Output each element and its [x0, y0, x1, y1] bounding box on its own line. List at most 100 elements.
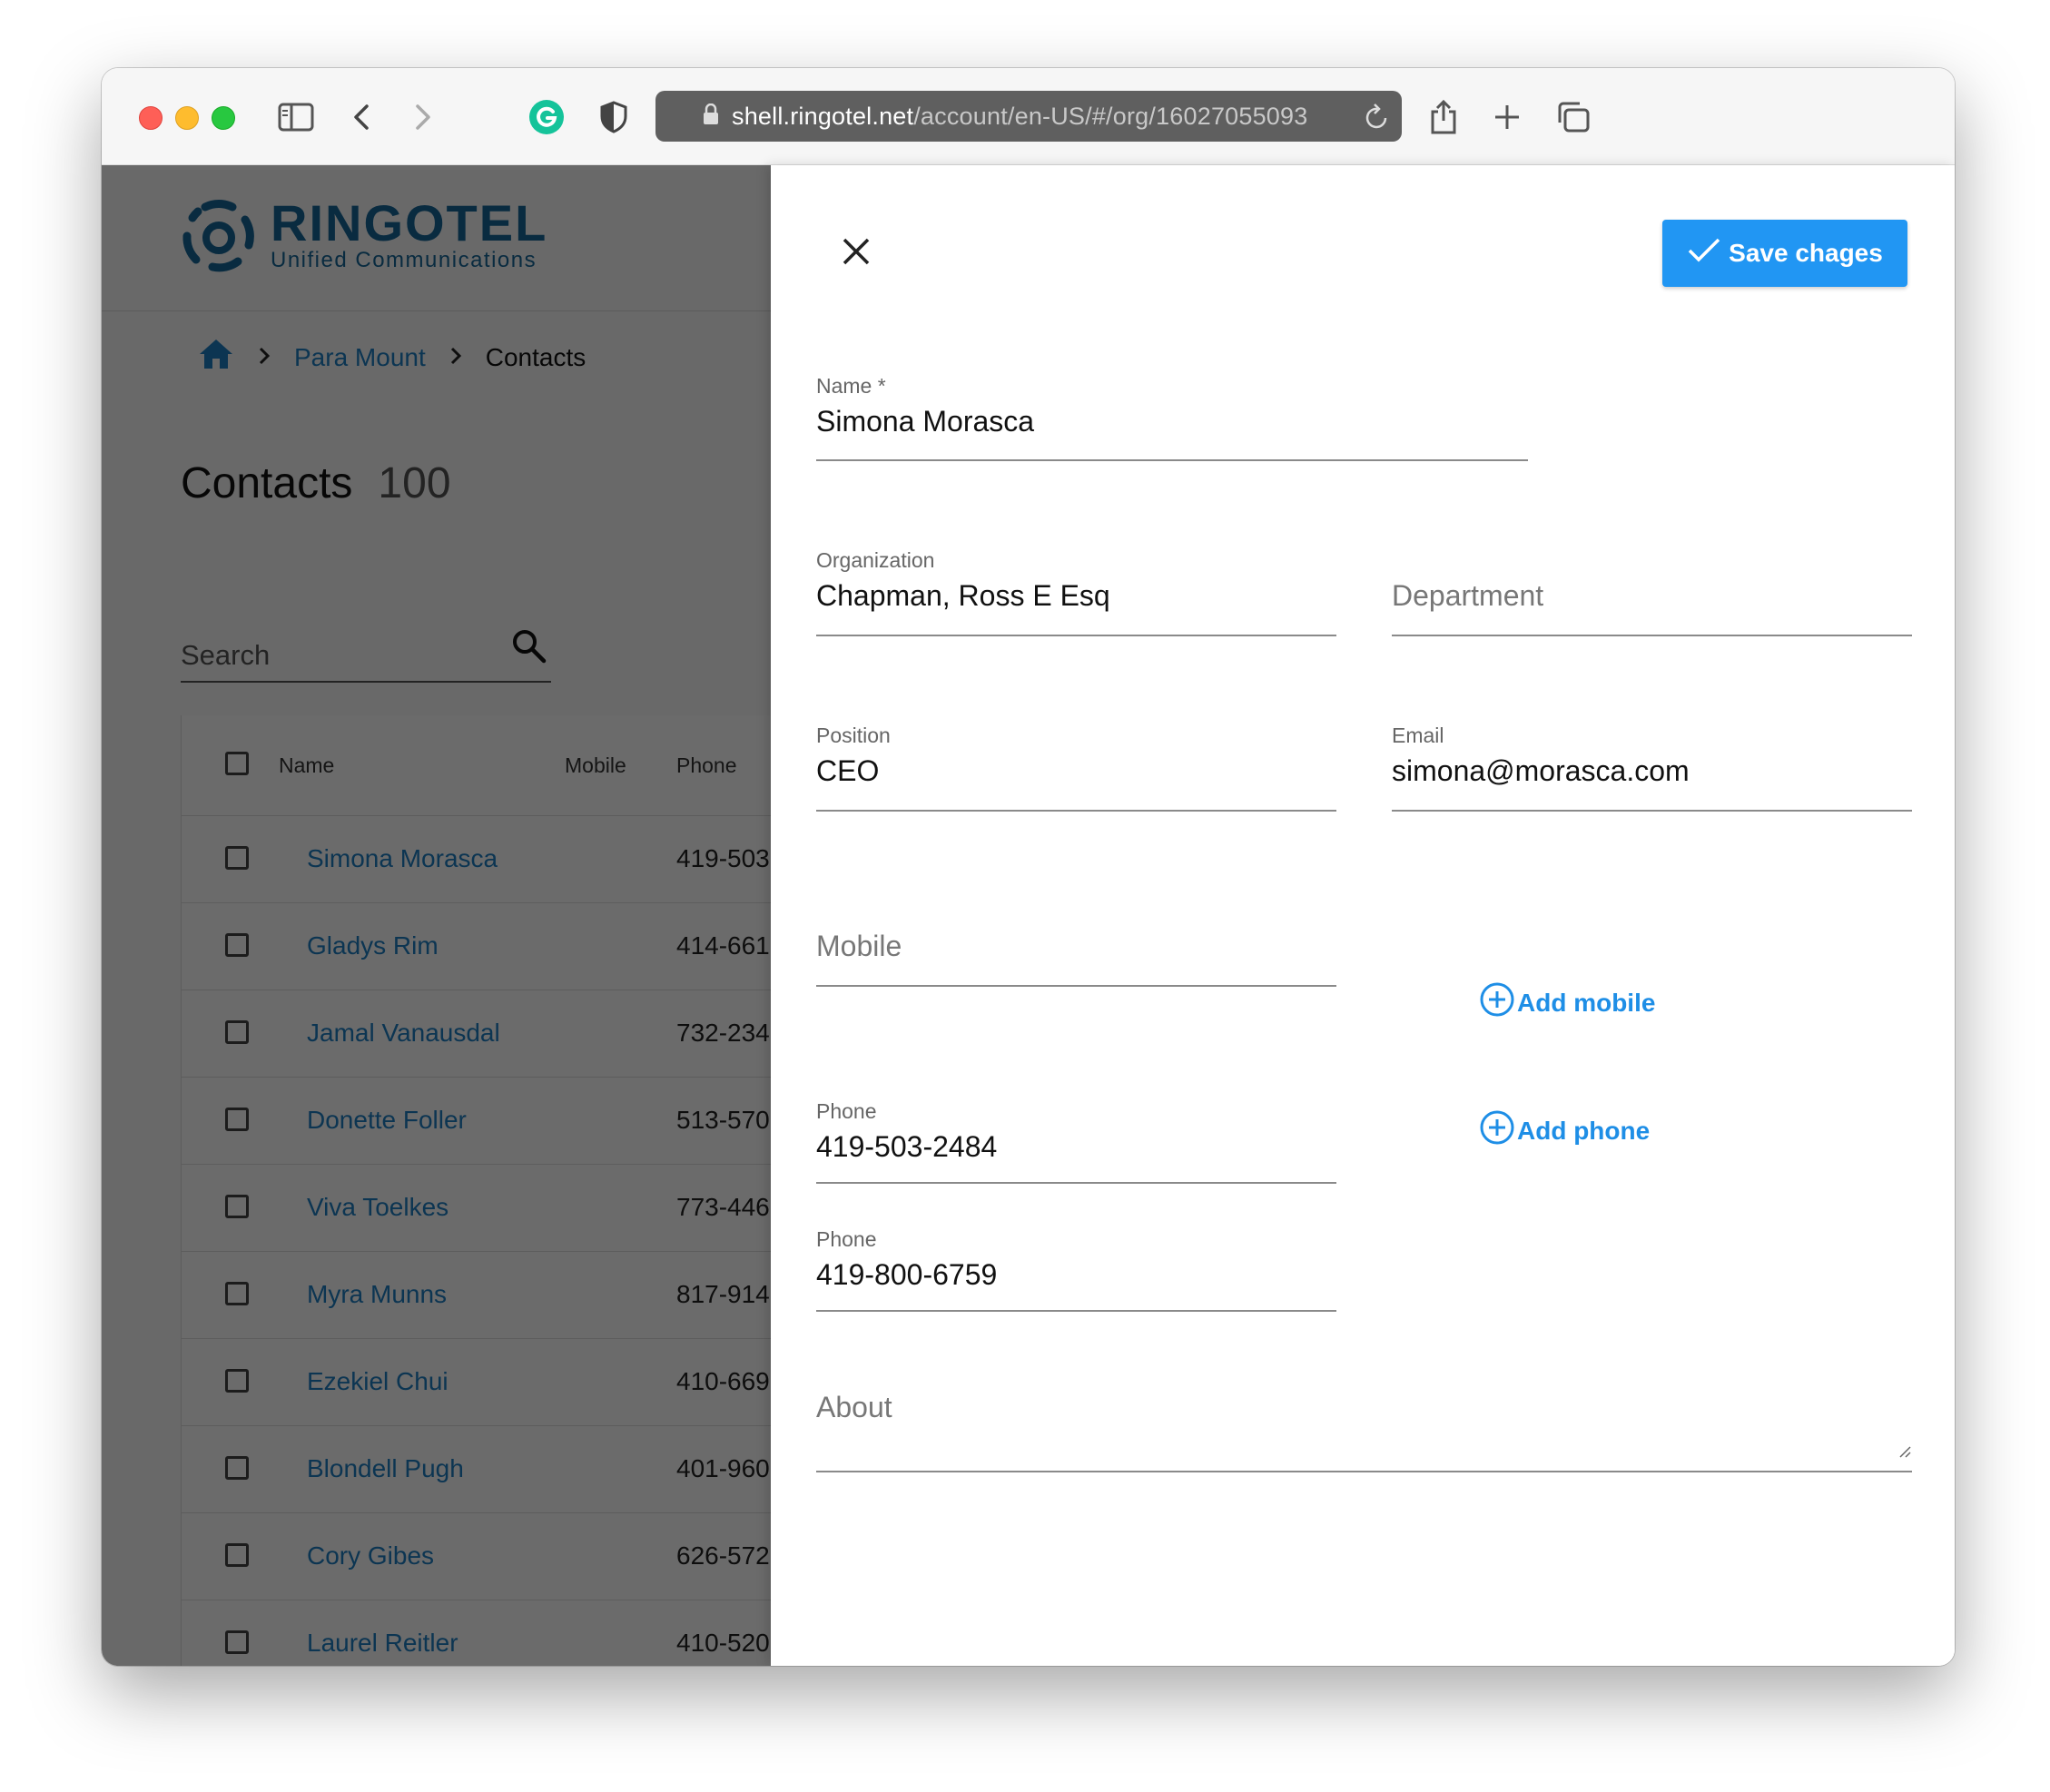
url-text: shell.ringotel.net/account/en-US/#/org/1… — [732, 102, 1308, 130]
add-mobile-button[interactable]: Add mobile — [1479, 981, 1655, 1024]
contact-phone: 410-520 — [676, 1629, 770, 1657]
add-circle-icon — [1479, 981, 1515, 1024]
row-checkbox[interactable] — [225, 846, 249, 870]
maximize-window-button[interactable] — [212, 106, 235, 130]
contact-phone: 401-960 — [676, 1454, 770, 1482]
close-panel-button[interactable] — [833, 229, 879, 274]
table-header: Name Mobile Phone — [182, 715, 772, 816]
position-underline — [816, 810, 1336, 812]
contact-phone: 414-661 — [676, 931, 770, 960]
reload-icon[interactable] — [1364, 102, 1391, 135]
browser-window: shell.ringotel.net/account/en-US/#/org/1… — [102, 68, 1955, 1666]
ringotel-logo: RINGOTEL Unified Communications — [180, 196, 547, 274]
logo-title: RINGOTEL — [271, 194, 548, 251]
about-underline — [816, 1471, 1912, 1472]
browser-toolbar: shell.ringotel.net/account/en-US/#/org/1… — [102, 68, 1955, 165]
tabs-overview-icon[interactable] — [1552, 95, 1595, 139]
page-title: Contacts 100 — [181, 458, 451, 508]
position-field[interactable]: Position CEO — [816, 724, 1336, 812]
name-field[interactable]: Name * Simona Morasca — [816, 374, 1528, 461]
share-icon[interactable] — [1422, 95, 1465, 139]
table-row[interactable]: Laurel Reitler 410-520 — [182, 1600, 772, 1666]
minimize-window-button[interactable] — [175, 106, 199, 130]
row-checkbox[interactable] — [225, 1630, 249, 1654]
row-checkbox[interactable] — [225, 1108, 249, 1131]
contact-name-link[interactable]: Ezekiel Chui — [307, 1367, 448, 1396]
add-circle-icon — [1479, 1109, 1515, 1152]
email-value[interactable]: simona@morasca.com — [1392, 754, 1690, 788]
table-row[interactable]: Blondell Pugh 401-960 — [182, 1425, 772, 1513]
contact-name-link[interactable]: Laurel Reitler — [307, 1629, 458, 1658]
sidebar-toggle-icon[interactable] — [274, 95, 318, 139]
back-icon[interactable] — [340, 95, 383, 139]
select-all-checkbox[interactable] — [225, 752, 249, 775]
department-field[interactable]: Department — [1392, 548, 1912, 636]
row-checkbox[interactable] — [225, 1282, 249, 1305]
column-header-mobile[interactable]: Mobile — [565, 753, 626, 778]
phone-value[interactable]: 419-503-2484 — [816, 1130, 997, 1164]
table-row[interactable]: Myra Munns 817-914 — [182, 1251, 772, 1339]
contact-name-link[interactable]: Blondell Pugh — [307, 1454, 464, 1483]
name-label: Name * — [816, 374, 886, 398]
breadcrumb: Para Mount Contacts — [198, 338, 586, 377]
home-icon[interactable] — [198, 338, 234, 377]
contact-name-link[interactable]: Cory Gibes — [307, 1541, 434, 1570]
organization-field[interactable]: Organization Chapman, Ross E Esq — [816, 548, 1336, 636]
email-field[interactable]: Email simona@morasca.com — [1392, 724, 1912, 812]
table-row[interactable]: Simona Morasca 419-503 — [182, 815, 772, 903]
contact-name-link[interactable]: Myra Munns — [307, 1280, 447, 1309]
grammarly-icon[interactable] — [525, 95, 568, 139]
row-checkbox[interactable] — [225, 1020, 249, 1044]
contacts-table: Name Mobile Phone Simona Morasca 419-503 G… — [181, 715, 772, 1666]
close-icon — [843, 238, 870, 265]
phone-field-2[interactable]: Phone 419-800-6759 — [816, 1227, 1336, 1312]
table-row[interactable]: Donette Foller 513-570 — [182, 1077, 772, 1165]
checkmark-icon — [1687, 237, 1721, 271]
address-bar[interactable]: shell.ringotel.net/account/en-US/#/org/1… — [655, 91, 1402, 142]
resize-handle-icon[interactable] — [1897, 1444, 1912, 1463]
lock-icon — [703, 103, 719, 130]
close-window-button[interactable] — [139, 106, 163, 130]
add-mobile-label: Add mobile — [1517, 988, 1656, 1017]
contact-name-link[interactable]: Simona Morasca — [307, 844, 498, 873]
contact-name-link[interactable]: Donette Foller — [307, 1106, 467, 1135]
row-checkbox[interactable] — [225, 1369, 249, 1393]
table-row[interactable]: Gladys Rim 414-661 — [182, 902, 772, 990]
row-checkbox[interactable] — [225, 1456, 249, 1480]
shield-icon[interactable] — [592, 95, 636, 139]
page-title-text: Contacts — [181, 459, 353, 507]
contacts-count: 100 — [378, 459, 451, 507]
contact-name-link[interactable]: Viva Toelkes — [307, 1193, 448, 1222]
contact-name-link[interactable]: Jamal Vanausdal — [307, 1019, 500, 1048]
column-header-name[interactable]: Name — [279, 753, 334, 778]
contact-name-link[interactable]: Gladys Rim — [307, 931, 439, 960]
search-icon[interactable] — [511, 628, 547, 669]
table-row[interactable]: Jamal Vanausdal 732-234 — [182, 990, 772, 1078]
table-row[interactable]: Ezekiel Chui 410-669 — [182, 1338, 772, 1426]
row-checkbox[interactable] — [225, 1195, 249, 1218]
table-row[interactable]: Cory Gibes 626-572 — [182, 1512, 772, 1600]
save-changes-button[interactable]: Save chages — [1662, 220, 1907, 287]
row-checkbox[interactable] — [225, 933, 249, 957]
new-tab-icon[interactable] — [1485, 95, 1529, 139]
phone-underline — [816, 1182, 1336, 1184]
search-input[interactable]: Search — [181, 621, 551, 683]
ringotel-logo-icon — [182, 200, 254, 272]
name-value[interactable]: Simona Morasca — [816, 405, 1034, 438]
forward-icon[interactable] — [401, 95, 445, 139]
phone-field-1[interactable]: Phone 419-503-2484 — [816, 1099, 1336, 1184]
mobile-field[interactable]: Mobile — [816, 899, 1336, 987]
column-header-phone[interactable]: Phone — [676, 753, 737, 778]
phone-underline — [816, 1310, 1336, 1312]
organization-value[interactable]: Chapman, Ross E Esq — [816, 579, 1110, 613]
email-underline — [1392, 810, 1912, 812]
breadcrumb-item-para-mount[interactable]: Para Mount — [294, 343, 426, 372]
position-value[interactable]: CEO — [816, 754, 879, 788]
row-checkbox[interactable] — [225, 1543, 249, 1567]
add-phone-button[interactable]: Add phone — [1479, 1109, 1650, 1152]
table-row[interactable]: Viva Toelkes 773-446 — [182, 1164, 772, 1252]
app-area: RINGOTEL Unified Communications Para Mou… — [102, 165, 1955, 1666]
phone-value[interactable]: 419-800-6759 — [816, 1258, 997, 1292]
about-textarea[interactable]: About — [816, 1391, 1912, 1472]
chevron-right-icon — [449, 342, 462, 373]
